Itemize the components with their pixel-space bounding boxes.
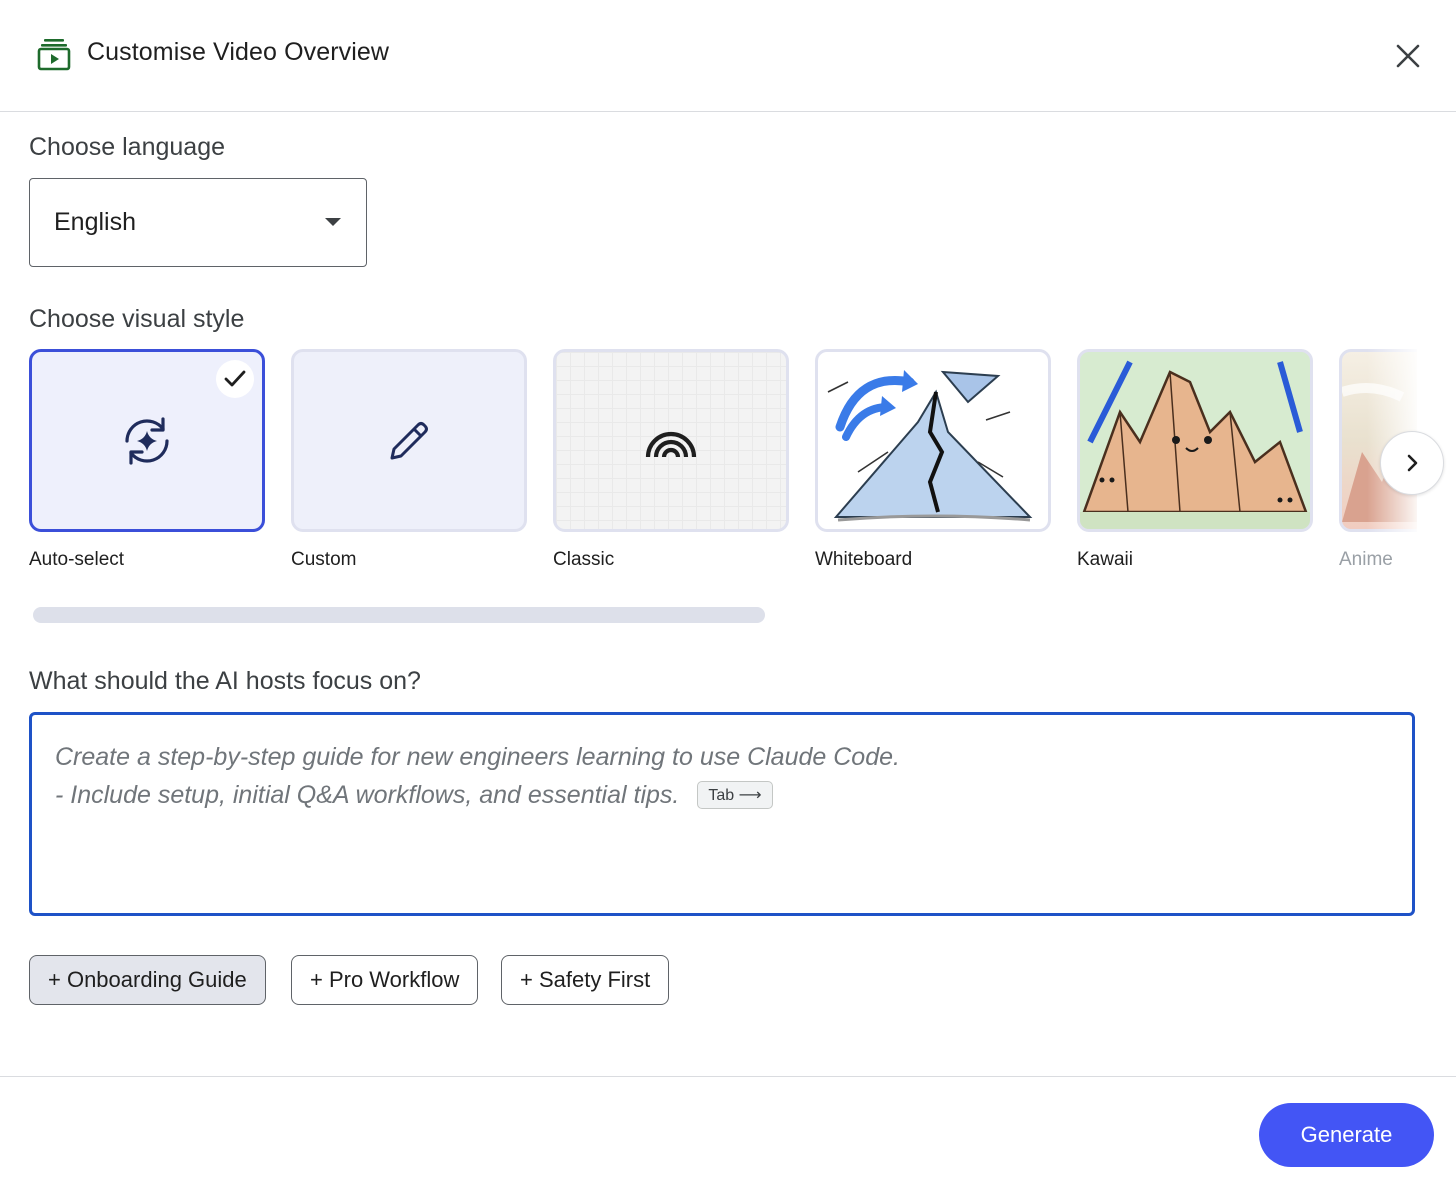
style-card-classic[interactable]: [553, 349, 789, 532]
check-icon: [224, 370, 246, 387]
selected-check-badge: [216, 360, 254, 398]
style-card-kawaii[interactable]: [1077, 349, 1313, 532]
chip-pro-workflow[interactable]: + Pro Workflow: [291, 955, 479, 1005]
chip-onboarding-guide[interactable]: + Onboarding Guide: [29, 955, 266, 1005]
kawaii-thumbnail: [1080, 360, 1310, 529]
style-label-classic: Classic: [553, 549, 615, 570]
style-card-custom[interactable]: [291, 349, 527, 532]
style-label-auto-select: Auto-select: [29, 549, 125, 570]
generate-button[interactable]: Generate: [1259, 1103, 1434, 1167]
language-select[interactable]: English: [29, 178, 367, 267]
close-button[interactable]: [1386, 34, 1430, 78]
close-icon: [1396, 44, 1420, 68]
focus-placeholder-line-2-text: - Include setup, initial Q&A workflows, …: [55, 781, 680, 809]
dialog-title: Customise Video Overview: [87, 38, 390, 66]
style-label-anime: Anime: [1339, 549, 1393, 570]
style-label-kawaii: Kawaii: [1077, 549, 1133, 570]
style-card-whiteboard[interactable]: [815, 349, 1051, 532]
video-overview-icon: [37, 39, 71, 71]
classic-arcs-icon: [645, 431, 697, 457]
auto-sparkle-refresh-icon: [125, 416, 169, 465]
dialog-header: Customise Video Overview: [0, 0, 1456, 112]
style-carousel: Auto-select Custom Classic Whiteboard Ka…: [29, 349, 1417, 589]
focus-placeholder-line-1: Create a step-by-step guide for new engi…: [55, 743, 900, 771]
caret-down-icon: [325, 218, 341, 226]
style-card-auto-select[interactable]: [29, 349, 265, 532]
carousel-scrollbar: [33, 607, 1363, 623]
carousel-scrollbar-thumb[interactable]: [33, 607, 765, 623]
visual-style-label: Choose visual style: [29, 305, 245, 333]
pencil-icon: [390, 421, 428, 459]
chevron-right-icon: [1407, 454, 1418, 472]
focus-placeholder-line-2: - Include setup, initial Q&A workflows, …: [55, 781, 773, 810]
focus-label: What should the AI hosts focus on?: [29, 667, 421, 695]
chip-safety-first[interactable]: + Safety First: [501, 955, 670, 1005]
language-label: Choose language: [29, 133, 225, 161]
focus-textarea[interactable]: Create a step-by-step guide for new engi…: [29, 712, 1415, 916]
footer-divider: [0, 1076, 1456, 1077]
style-label-whiteboard: Whiteboard: [815, 549, 913, 570]
language-selected-value: English: [54, 208, 136, 236]
whiteboard-thumbnail: [827, 370, 1033, 522]
carousel-next-button[interactable]: [1380, 431, 1444, 495]
tab-key-hint: Tab ⟶: [697, 781, 773, 809]
style-label-custom: Custom: [291, 549, 357, 570]
